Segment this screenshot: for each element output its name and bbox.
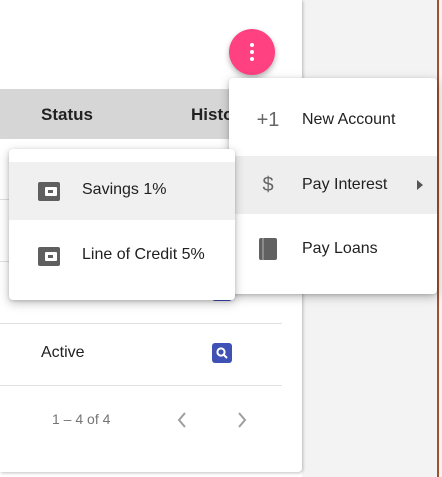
history-column-header[interactable]: Histo [191, 105, 234, 125]
menu-item-pay-loans[interactable]: Pay Loans [229, 220, 437, 278]
chevron-left-icon[interactable] [170, 406, 194, 434]
more-vert-icon-dot [250, 57, 254, 61]
more-vert-icon [250, 43, 254, 47]
plus-one-icon: +1 [256, 108, 280, 131]
more-vert-icon-dot [250, 50, 254, 54]
book-icon [259, 238, 277, 260]
dollar-icon: $ [262, 173, 274, 196]
status-column-header[interactable]: Status [41, 105, 93, 125]
submenu-item-label: Line of Credit 5% [82, 246, 205, 263]
row-divider [0, 323, 282, 324]
submenu-item-savings[interactable]: Savings 1% [9, 162, 235, 220]
submenu-item-line-of-credit[interactable]: Line of Credit 5% [9, 227, 235, 285]
menu-item-label: Pay Loans [302, 240, 378, 257]
pay-interest-submenu: Savings 1% Line of Credit 5% [9, 149, 235, 300]
window-edge [437, 0, 439, 477]
submenu-item-label: Savings 1% [82, 181, 167, 198]
menu-item-pay-interest[interactable]: $ Pay Interest [229, 156, 437, 214]
actions-menu: +1 New Account $ Pay Interest Pay Loans [229, 78, 437, 294]
menu-item-new-account[interactable]: +1 New Account [229, 91, 437, 149]
row-divider [0, 385, 282, 386]
menu-item-label: Pay Interest [302, 176, 388, 193]
menu-item-label: New Account [302, 111, 396, 128]
more-actions-button[interactable] [229, 29, 275, 75]
chevron-right-icon[interactable] [230, 406, 254, 434]
pagination-range: 1 – 4 of 4 [52, 411, 111, 427]
wallet-icon [38, 182, 60, 201]
history-search-icon[interactable] [212, 343, 232, 363]
status-cell: Active [41, 344, 85, 361]
wallet-icon [38, 247, 60, 266]
submenu-arrow-icon [417, 180, 423, 190]
